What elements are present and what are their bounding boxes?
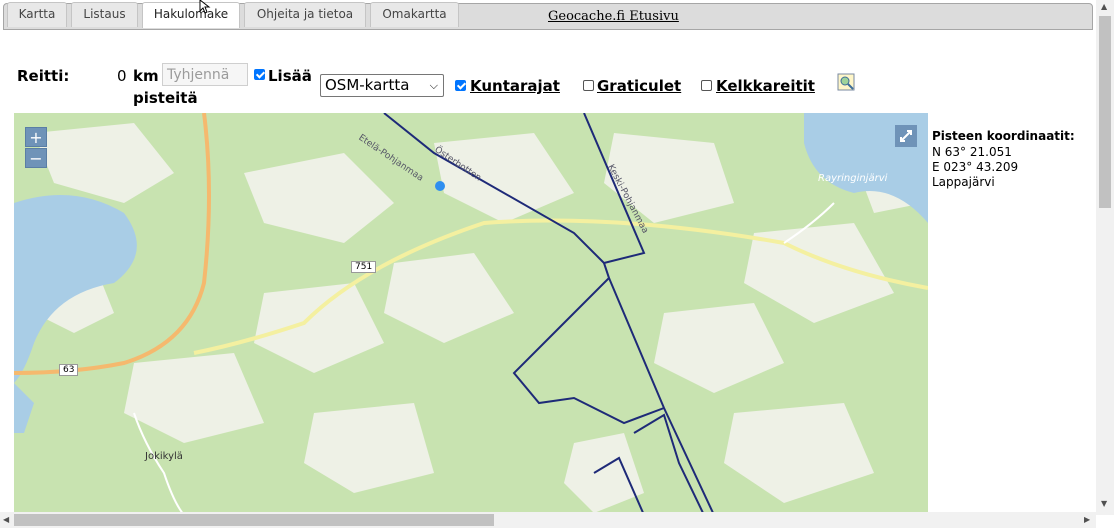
map-type-value: OSM-kartta <box>325 76 410 94</box>
village-label: Jokikylä <box>145 451 183 462</box>
chevron-down-icon: ⌵ <box>429 79 438 92</box>
coordinates-title: Pisteen koordinaatit: <box>932 129 1075 143</box>
points-label: pisteitä <box>133 89 198 107</box>
route-distance-value: 0 <box>117 67 127 85</box>
sled-routes-link[interactable]: Kelkkareitit <box>716 77 815 95</box>
scroll-down-arrow-icon[interactable]: ▼ <box>1101 499 1107 508</box>
tab-ohjeita[interactable]: Ohjeita ja tietoa <box>244 2 366 27</box>
tab-hakulomake[interactable]: Hakulomake <box>142 2 240 28</box>
map-view[interactable]: 751 63 Jokikylä Rayringinjärvi Etelä-Poh… <box>14 113 928 515</box>
scroll-up-arrow-icon[interactable]: ▲ <box>1101 2 1107 11</box>
graticules-checkbox[interactable] <box>583 80 594 91</box>
mouse-cursor-icon <box>199 0 211 14</box>
scroll-left-arrow-icon[interactable]: ◀ <box>3 515 9 524</box>
zoom-out-button[interactable]: − <box>25 148 47 168</box>
fullscreen-button[interactable] <box>895 125 917 147</box>
tab-omakartta[interactable]: Omakartta <box>370 2 459 27</box>
zoom-in-button[interactable]: + <box>25 127 47 147</box>
add-points-checkbox[interactable] <box>254 69 265 80</box>
route-distance-unit: km <box>133 67 159 85</box>
horizontal-scrollbar-thumb[interactable] <box>14 514 494 526</box>
tab-kartta[interactable]: Kartta <box>7 2 67 27</box>
scroll-right-arrow-icon[interactable]: ▶ <box>1084 515 1090 524</box>
route-label: Reitti: <box>17 67 70 85</box>
coordinates-place: Lappajärvi <box>932 175 995 189</box>
layers-settings-icon[interactable] <box>837 73 855 91</box>
lake-label: Rayringinjärvi <box>818 173 888 184</box>
sled-routes-checkbox[interactable] <box>701 80 712 91</box>
vertical-scrollbar-thumb[interactable] <box>1099 16 1111 208</box>
site-home-link[interactable]: Geocache.fi Etusivu <box>548 9 679 24</box>
map-type-select[interactable]: OSM-kartta ⌵ <box>320 74 444 97</box>
clear-route-button[interactable]: Tyhjennä <box>162 63 248 86</box>
coordinates-north: N 63° 21.051 <box>932 145 1012 159</box>
municipal-borders-checkbox[interactable] <box>455 80 466 91</box>
add-points-label: Lisää <box>268 67 312 85</box>
municipal-borders-link[interactable]: Kuntarajat <box>470 77 560 95</box>
road-63-label: 63 <box>59 364 79 376</box>
coordinates-east: E 023° 43.209 <box>932 160 1019 174</box>
graticules-link[interactable]: Graticulet <box>597 77 681 95</box>
expand-icon <box>900 130 912 142</box>
tab-listaus[interactable]: Listaus <box>71 2 138 27</box>
road-751-label: 751 <box>351 261 377 273</box>
location-marker-icon <box>435 181 445 191</box>
